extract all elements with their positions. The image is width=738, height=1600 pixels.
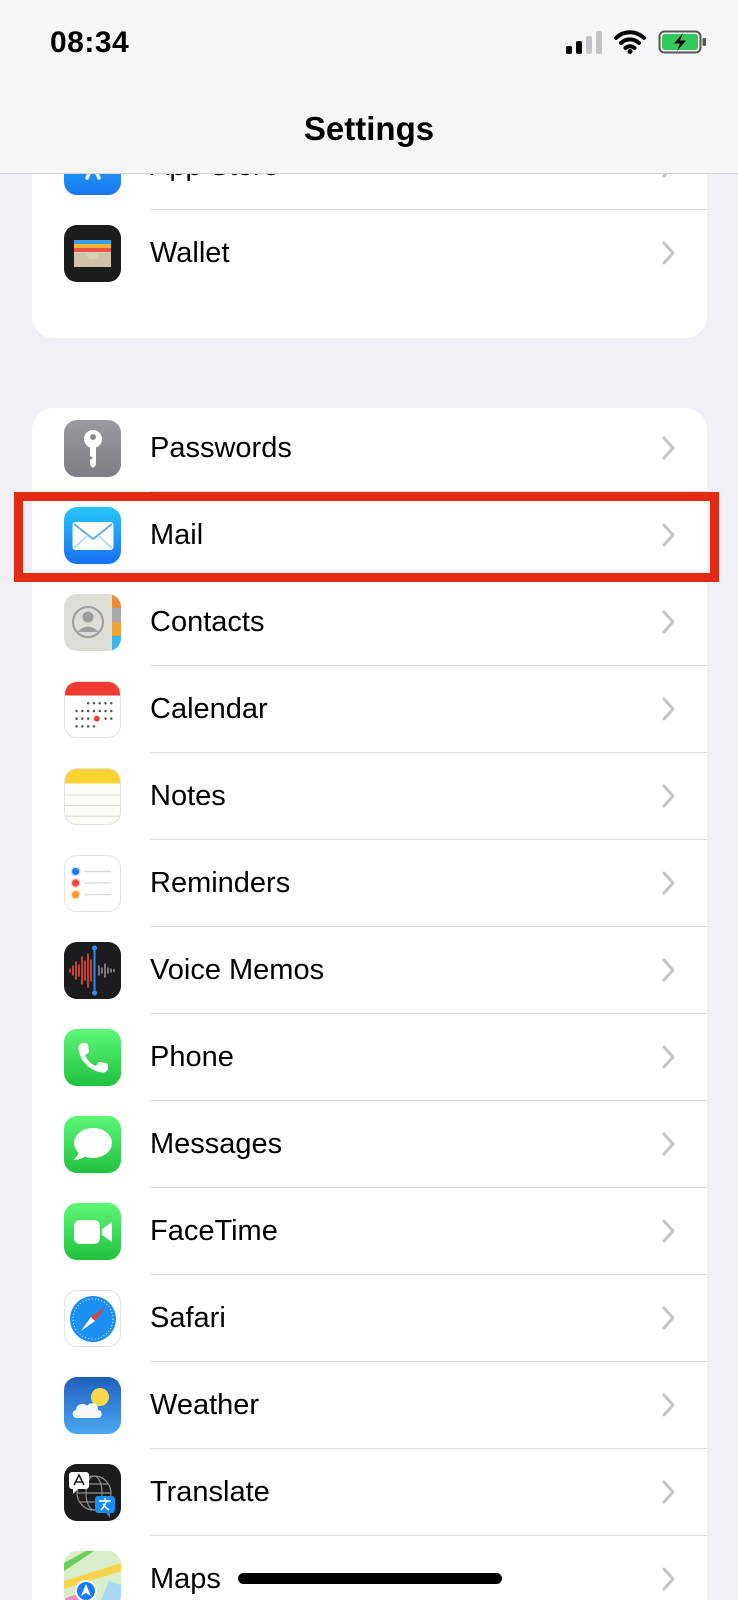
translate-icon bbox=[64, 1464, 121, 1521]
settings-row-facetime[interactable]: FaceTime bbox=[32, 1188, 707, 1275]
row-label: Wallet bbox=[150, 237, 230, 269]
row-label: Mail bbox=[150, 519, 204, 551]
settings-group-apps: Passwords Mail Contacts Calendar Notes R… bbox=[32, 408, 707, 1600]
row-label: Calendar bbox=[150, 693, 268, 725]
settings-screen: 08:34 Settings Wallet Passwords Mail Con… bbox=[0, 0, 738, 1600]
row-label: FaceTime bbox=[150, 1215, 278, 1247]
chevron-right-icon bbox=[662, 697, 675, 721]
mail-envelope-icon bbox=[64, 507, 121, 564]
row-label: Weather bbox=[150, 1389, 260, 1421]
row-label: Notes bbox=[150, 780, 226, 812]
settings-row-passwords[interactable]: Passwords bbox=[32, 408, 707, 492]
safari-compass-icon bbox=[64, 1290, 121, 1347]
row-label: Phone bbox=[150, 1041, 234, 1073]
settings-row-contacts[interactable]: Contacts bbox=[32, 579, 707, 666]
settings-row-notes[interactable]: Notes bbox=[32, 753, 707, 840]
settings-row-reminders[interactable]: Reminders bbox=[32, 840, 707, 927]
voice-memos-icon bbox=[64, 942, 121, 999]
settings-row-weather[interactable]: Weather bbox=[32, 1362, 707, 1449]
chevron-right-icon bbox=[662, 1306, 675, 1330]
chevron-right-icon bbox=[662, 1219, 675, 1243]
messages-icon bbox=[64, 1116, 121, 1173]
row-label: Maps bbox=[150, 1563, 221, 1595]
chevron-right-icon bbox=[662, 436, 675, 460]
calendar-icon bbox=[64, 681, 121, 738]
settings-row-wallet[interactable]: Wallet bbox=[32, 210, 707, 297]
battery-charging-icon bbox=[658, 30, 706, 54]
settings-row-voice-memos[interactable]: Voice Memos bbox=[32, 927, 707, 1014]
row-label: Reminders bbox=[150, 867, 291, 899]
passwords-key-icon bbox=[64, 420, 121, 477]
weather-icon bbox=[64, 1377, 121, 1434]
row-label: Messages bbox=[150, 1128, 283, 1160]
reminders-icon bbox=[64, 855, 121, 912]
settings-row-messages[interactable]: Messages bbox=[32, 1101, 707, 1188]
chevron-right-icon bbox=[662, 523, 675, 547]
chevron-right-icon bbox=[662, 871, 675, 895]
settings-row-phone[interactable]: Phone bbox=[32, 1014, 707, 1101]
chevron-right-icon bbox=[662, 784, 675, 808]
chevron-right-icon bbox=[662, 1480, 675, 1504]
wifi-icon bbox=[614, 30, 646, 54]
chevron-right-icon bbox=[662, 610, 675, 634]
row-label: Passwords bbox=[150, 432, 292, 464]
chevron-right-icon bbox=[662, 1132, 675, 1156]
settings-row-calendar[interactable]: Calendar bbox=[32, 666, 707, 753]
status-icons bbox=[566, 30, 708, 54]
settings-row-translate[interactable]: Translate bbox=[32, 1449, 707, 1536]
settings-row-safari[interactable]: Safari bbox=[32, 1275, 707, 1362]
chevron-right-icon bbox=[662, 1045, 675, 1069]
settings-row-mail[interactable]: Mail bbox=[32, 492, 707, 579]
phone-icon bbox=[64, 1029, 121, 1086]
wallet-icon bbox=[64, 225, 121, 282]
chevron-right-icon bbox=[662, 241, 675, 265]
contacts-icon bbox=[64, 594, 121, 651]
facetime-icon bbox=[64, 1203, 121, 1260]
header: 08:34 Settings bbox=[0, 0, 738, 174]
settings-row-maps[interactable]: Maps bbox=[32, 1536, 707, 1600]
chevron-right-icon bbox=[662, 1393, 675, 1417]
notes-icon bbox=[64, 768, 121, 825]
page-title: Settings bbox=[303, 110, 435, 147]
row-label: Voice Memos bbox=[150, 954, 325, 986]
home-indicator[interactable] bbox=[238, 1573, 502, 1584]
status-time: 08:34 bbox=[50, 26, 130, 59]
chevron-right-icon bbox=[662, 958, 675, 982]
row-label: Contacts bbox=[150, 606, 265, 638]
maps-icon bbox=[64, 1551, 121, 1600]
row-label: Translate bbox=[150, 1476, 270, 1508]
cellular-signal-icon bbox=[566, 30, 602, 54]
row-label: Safari bbox=[150, 1302, 226, 1334]
chevron-right-icon bbox=[662, 1567, 675, 1591]
